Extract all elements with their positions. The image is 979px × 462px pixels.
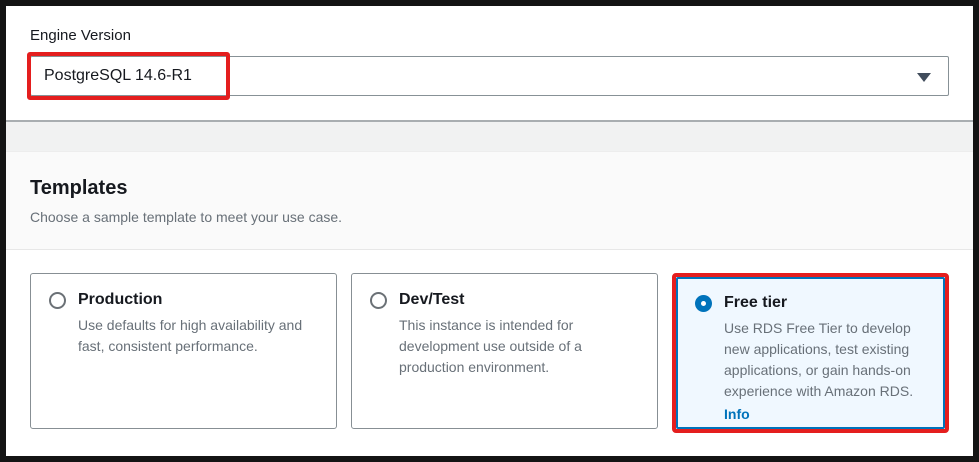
info-link[interactable]: Info [724, 404, 750, 425]
template-card-dev-test[interactable]: Dev/Test This instance is intended for d… [351, 273, 658, 429]
caret-down-icon [917, 73, 931, 82]
production-card-title: Production [78, 291, 162, 309]
section-divider [6, 120, 973, 152]
free-tier-card-description: Use RDS Free Tier to develop new applica… [724, 318, 926, 402]
templates-subtitle: Choose a sample template to meet your us… [30, 209, 949, 225]
free-tier-radio[interactable] [695, 295, 712, 312]
dev-test-card-description: This instance is intended for developmen… [399, 315, 639, 378]
engine-version-select[interactable]: PostgreSQL 14.6-R1 [30, 56, 949, 96]
engine-version-label: Engine Version [30, 27, 949, 44]
engine-version-selected-value: PostgreSQL 14.6-R1 [44, 67, 192, 85]
templates-panel-header: Templates Choose a sample template to me… [6, 152, 973, 250]
engine-version-section: Engine Version PostgreSQL 14.6-R1 [6, 6, 973, 120]
dev-test-radio[interactable] [370, 292, 387, 309]
template-card-free-tier[interactable]: Free tier Use RDS Free Tier to develop n… [676, 277, 945, 429]
dev-test-card-title: Dev/Test [399, 291, 465, 309]
template-card-production[interactable]: Production Use defaults for high availab… [30, 273, 337, 429]
production-radio[interactable] [49, 292, 66, 309]
templates-title: Templates [30, 177, 949, 200]
radio-dot [701, 301, 706, 306]
free-tier-card-title: Free tier [724, 294, 787, 312]
screenshot-frame: Engine Version PostgreSQL 14.6-R1 Templa… [0, 0, 979, 462]
template-cards-row: Production Use defaults for high availab… [30, 273, 949, 433]
templates-panel-content: Production Use defaults for high availab… [6, 250, 973, 453]
production-card-description: Use defaults for high availability and f… [78, 315, 318, 357]
templates-panel: Templates Choose a sample template to me… [6, 152, 973, 453]
annotation-highlight-free-tier: Free tier Use RDS Free Tier to develop n… [672, 273, 949, 433]
